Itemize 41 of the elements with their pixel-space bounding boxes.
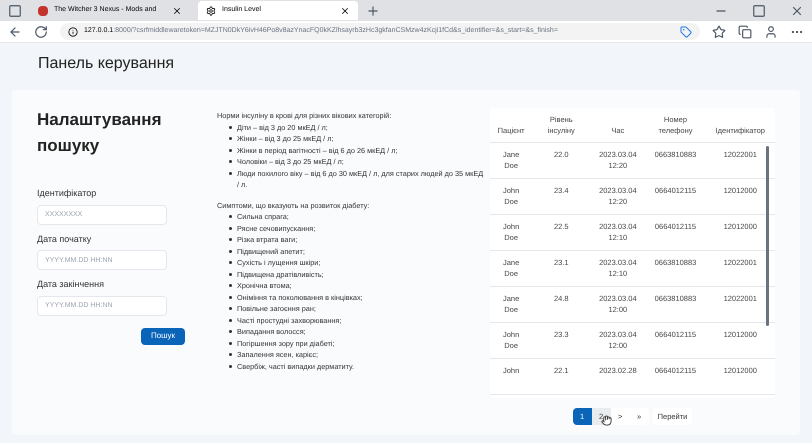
- profile-icon[interactable]: [764, 24, 778, 38]
- site-icon: [38, 6, 48, 16]
- scrollbar-thumb[interactable]: [766, 146, 769, 326]
- tab-actions-icon[interactable]: [8, 4, 22, 18]
- bullet-icon: [229, 353, 232, 356]
- back-icon[interactable]: [8, 24, 22, 38]
- bullet-icon: [229, 272, 232, 276]
- bullet-icon: [229, 307, 232, 310]
- bullet-icon: [229, 172, 232, 174]
- bullet-icon: [229, 342, 232, 344]
- bullet-icon: [229, 284, 232, 287]
- bullet-icon: [229, 160, 232, 163]
- bullet-icon: [229, 296, 232, 298]
- close-icon[interactable]: [340, 6, 350, 16]
- bullet-icon: [229, 126, 232, 128]
- new-tab-icon[interactable]: [366, 4, 380, 18]
- collections-icon[interactable]: [738, 24, 752, 38]
- bullet-icon: [229, 330, 232, 333]
- bullet-icon: [229, 364, 232, 368]
- bullet-icon: [229, 250, 232, 252]
- search-heading: Налаштування пошуку: [37, 109, 162, 157]
- bullet-icon: [229, 137, 232, 140]
- bullet-icon: [229, 215, 232, 218]
- page-title: Панель керування: [38, 54, 176, 74]
- hand-cursor-icon: [600, 415, 612, 426]
- bullet-icon: [229, 148, 232, 152]
- close-icon[interactable]: [172, 6, 182, 16]
- search-button[interactable]: Пошук: [141, 328, 185, 344]
- tag-icon[interactable]: [680, 26, 692, 38]
- field-label: Дата початку: [37, 232, 92, 246]
- maximize-icon[interactable]: [752, 4, 766, 18]
- info-icon: [68, 26, 78, 36]
- field-label: Дата закінчення: [37, 278, 105, 291]
- bullet-icon: [229, 261, 232, 264]
- bullet-icon: [229, 226, 232, 230]
- bullet-icon: [229, 318, 232, 322]
- field-label: Ідентифікатор: [37, 187, 98, 200]
- bullet-icon: [229, 238, 232, 241]
- star-icon[interactable]: [712, 24, 726, 38]
- gear-icon: [206, 6, 216, 16]
- reload-icon[interactable]: [34, 24, 48, 38]
